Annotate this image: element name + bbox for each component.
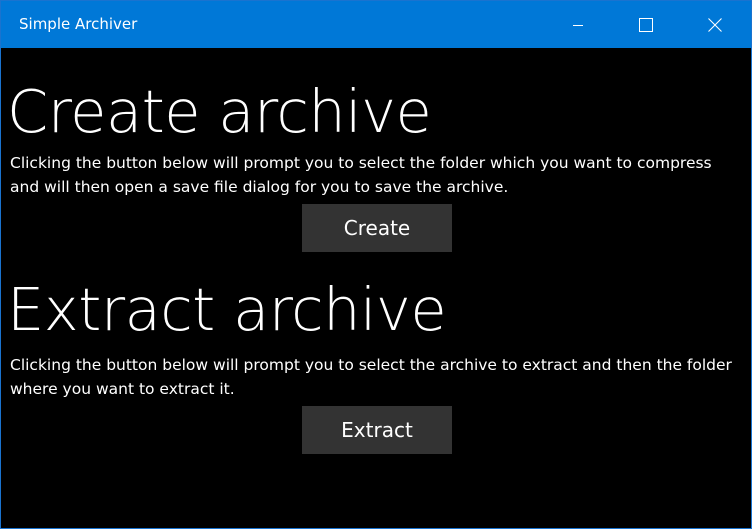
minimize-icon xyxy=(573,24,583,26)
extract-archive-heading: Extract archive xyxy=(7,275,447,344)
maximize-icon xyxy=(639,17,653,32)
close-button[interactable] xyxy=(692,1,738,48)
main-content: Create archive Clicking the button below… xyxy=(1,48,751,528)
extract-button[interactable]: Extract xyxy=(302,406,452,454)
close-icon xyxy=(708,17,722,32)
create-button[interactable]: Create xyxy=(302,204,452,252)
app-window: Simple Archiver Create archive Clicking … xyxy=(0,0,752,529)
maximize-button[interactable] xyxy=(623,1,669,48)
create-archive-description: Clicking the button below will prompt yo… xyxy=(10,154,712,196)
title-bar[interactable]: Simple Archiver xyxy=(1,1,751,48)
window-title: Simple Archiver xyxy=(19,15,138,33)
create-archive-heading: Create archive xyxy=(7,77,432,146)
extract-archive-description: Clicking the button below will prompt yo… xyxy=(10,356,732,398)
minimize-button[interactable] xyxy=(555,1,601,48)
